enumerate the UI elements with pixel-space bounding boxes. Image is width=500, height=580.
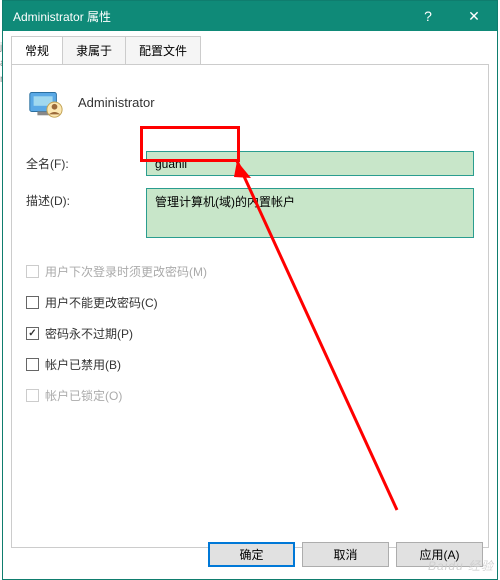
checkbox-disabled[interactable] (26, 358, 39, 371)
check-disabled[interactable]: 帐户已禁用(B) (26, 356, 474, 373)
username-label: Administrator (78, 95, 155, 110)
cancel-button[interactable]: 取消 (302, 542, 389, 567)
description-label: 描述(D): (26, 188, 146, 209)
checkbox-locked (26, 389, 39, 402)
check-mustchange: 用户下次登录时须更改密码(M) (26, 263, 474, 280)
titlebar: Administrator 属性 ? ✕ (3, 1, 497, 31)
checkbox-mustchange (26, 265, 39, 278)
checkbox-label: 密码永不过期(P) (45, 325, 133, 342)
checkbox-label: 帐户已禁用(B) (45, 356, 121, 373)
check-locked: 帐户已锁定(O) (26, 387, 474, 404)
checkbox-label: 用户不能更改密码(C) (45, 294, 158, 311)
checkbox-label: 帐户已锁定(O) (45, 387, 122, 404)
user-icon (26, 83, 64, 121)
watermark: Baidu 经验 (428, 557, 494, 574)
panel-general: Administrator 全名(F): 描述(D): 用户下次登录时须更改密码… (11, 64, 489, 548)
checkbox-neverexpire[interactable] (26, 327, 39, 340)
tab-general[interactable]: 常规 (11, 36, 63, 64)
check-neverexpire[interactable]: 密码永不过期(P) (26, 325, 474, 342)
description-input[interactable] (146, 188, 474, 238)
tab-profile[interactable]: 配置文件 (125, 36, 201, 64)
help-button[interactable]: ? (405, 1, 451, 31)
tab-memberof[interactable]: 隶属于 (62, 36, 126, 64)
ok-button[interactable]: 确定 (208, 542, 295, 567)
tab-bar: 常规 隶属于 配置文件 (11, 36, 497, 64)
dialog-window: Administrator 属性 ? ✕ 常规 隶属于 配置文件 Adminis… (2, 0, 498, 580)
checkbox-label: 用户下次登录时须更改密码(M) (45, 263, 207, 280)
fullname-input[interactable] (146, 151, 474, 176)
checkbox-cannotchange[interactable] (26, 296, 39, 309)
window-title: Administrator 属性 (13, 8, 111, 25)
close-button[interactable]: ✕ (451, 1, 497, 31)
fullname-label: 全名(F): (26, 155, 146, 172)
check-cannotchange[interactable]: 用户不能更改密码(C) (26, 294, 474, 311)
